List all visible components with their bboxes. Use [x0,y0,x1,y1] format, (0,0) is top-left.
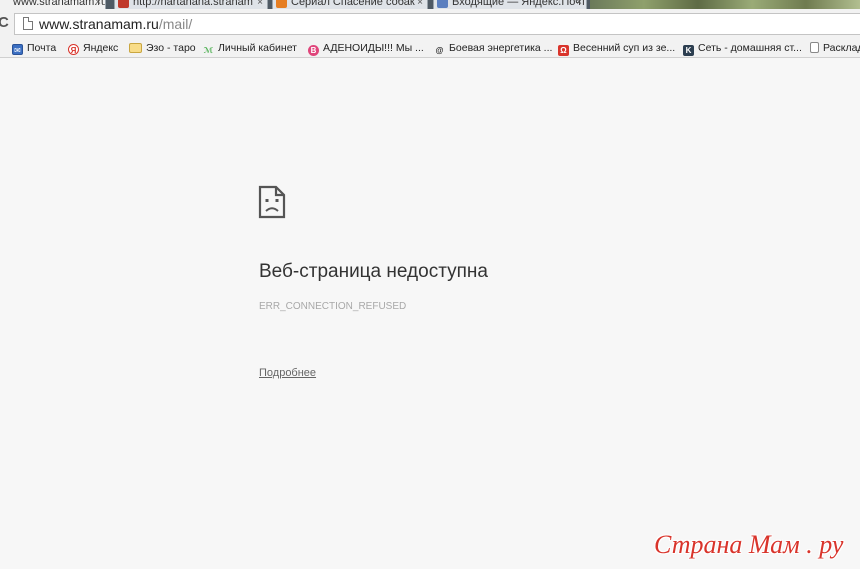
tab-favicon-icon [276,0,287,8]
tab-label: Входящие — Яндекс.Почта [452,0,587,8]
toolbar: C www.stranamam.ru/mail/ [0,9,860,39]
soup-icon: Ω [558,45,569,56]
bookmark-rasklad[interactable]: Расклад [810,40,860,56]
bookmark-label: Личный кабинет [218,42,297,54]
folder-icon [129,43,142,53]
bookmark-label: Расклад [823,42,860,54]
reload-icon[interactable]: C [0,14,9,31]
bookmark-label: Почта [27,42,57,54]
tab-label: www.stranamam.ru/n [13,0,106,8]
bookmark-label: Боевая энергетика ... [449,42,553,54]
feather-icon: ℳ [203,46,214,55]
page-icon [810,42,819,53]
bookmark-vesennii-sup[interactable]: Ω Весенний суп из зе... [558,40,675,56]
tab-stranamam[interactable]: www.stranamam.ru/n × [0,0,106,9]
bookmark-pochta[interactable]: ✉ Почта [12,40,56,56]
page-icon [23,17,33,30]
watermark-logo: Страна Мам . ру [654,530,844,559]
bookmark-label: Сеть - домашняя ст... [698,42,802,54]
url-host: www.stranamam.ru [39,16,159,32]
window-frame-background [590,0,860,9]
bookmarks-bar: › ✉Почта ЯЯндекс Эзо - таро ℳЛичный каби… [0,39,860,58]
bookmark-yandex[interactable]: Я Яндекс [68,40,118,56]
bookmark-label: Эзо - таро [146,42,196,54]
bookmark-label: Весенний суп из зе... [573,42,676,54]
b-icon: B [308,45,319,56]
details-link[interactable]: Подробнее [259,367,316,379]
tab-close-icon[interactable]: × [576,0,582,9]
tab-favicon-icon [437,0,448,8]
error-code: ERR_CONNECTION_REFUSED [259,301,407,312]
bookmark-lichnyi-kabinet[interactable]: ℳ Личный кабинет [203,40,297,56]
k-icon: K [683,45,694,56]
tab-close-icon[interactable]: × [95,0,101,9]
yandex-icon: Я [68,44,79,55]
tab-label: Сериал Спасение собак [291,0,415,8]
spiral-icon: @ [435,46,444,55]
tab-label: http://nartanana.stranam [133,0,253,8]
url-path: /mail/ [158,16,193,32]
tab-favicon-icon [118,0,129,8]
address-bar[interactable]: www.stranamam.ru/mail/ [14,13,860,35]
tab-serial[interactable]: Сериал Спасение собак × [272,0,428,9]
mail-icon: ✉ [12,44,23,55]
sad-page-icon [258,185,286,219]
address-url[interactable]: www.stranamam.ru/mail/ [39,14,192,34]
tab-yandex-mail[interactable]: Входящие — Яндекс.Почта × [433,0,587,9]
tab-close-icon[interactable]: × [257,0,263,9]
bookmark-label: АДЕНОИДЫ!!! Мы ... [323,42,424,54]
tab-strip: www.stranamam.ru/n × http://nartanana.st… [0,0,860,9]
bookmark-boevaya[interactable]: @ Боевая энергетика ... [434,40,553,56]
bookmark-ezo-taro[interactable]: Эзо - таро [129,40,196,56]
error-title: Веб-страница недоступна [259,261,488,282]
tab-close-icon[interactable]: × [417,0,423,9]
bookmark-set-domashnyaya[interactable]: K Сеть - домашняя ст... [683,40,802,56]
bookmark-adenoidy[interactable]: B АДЕНОИДЫ!!! Мы ... [308,40,424,56]
tab-nartanana[interactable]: http://nartanana.stranam × [114,0,268,9]
bookmark-label: Яндекс [83,42,119,54]
